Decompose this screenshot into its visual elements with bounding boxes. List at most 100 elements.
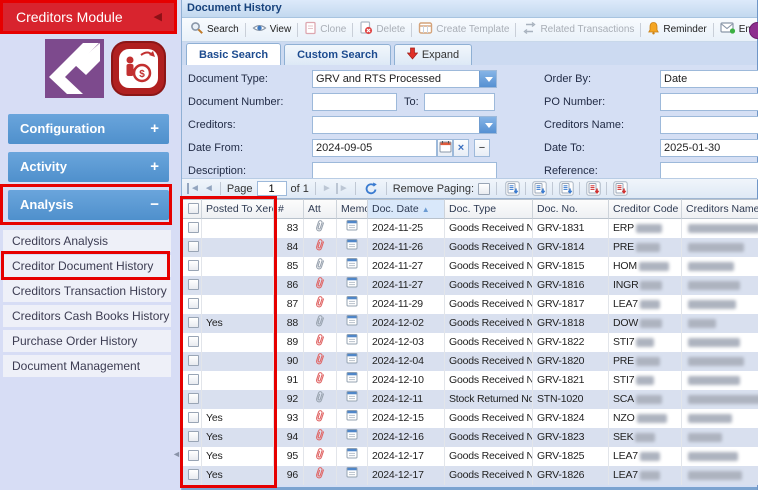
- section-toggle-icon[interactable]: −: [150, 190, 159, 220]
- refresh-icon[interactable]: [362, 180, 380, 197]
- sidebar-section-analysis[interactable]: Analysis−: [8, 190, 169, 220]
- header-cell-memo[interactable]: Memo: [337, 199, 368, 219]
- toolbar-button-label: Delete: [376, 24, 405, 35]
- view-button[interactable]: View: [248, 20, 296, 40]
- select-all-checkbox[interactable]: [188, 203, 199, 214]
- row-checkbox[interactable]: [188, 469, 199, 480]
- memo-cell: [337, 257, 368, 276]
- section-toggle-icon[interactable]: +: [150, 152, 159, 182]
- header-cell-att[interactable]: Att: [304, 199, 337, 219]
- creditors-name-cell: [682, 238, 758, 257]
- reminder-button[interactable]: Reminder: [643, 20, 710, 40]
- form-label-creditors-name: Creditors Name:: [544, 116, 656, 134]
- table-row[interactable]: Yes942024-12-16Goods Received N...GRV-18…: [182, 428, 758, 447]
- tab-strip: Basic SearchCustom SearchExpand: [182, 42, 757, 65]
- row-checkbox[interactable]: [188, 317, 199, 328]
- row-checkbox[interactable]: [188, 336, 199, 347]
- memo-icon: [346, 279, 358, 291]
- row-checkbox[interactable]: [188, 279, 199, 290]
- first-page-button[interactable]: ◄: [187, 183, 200, 194]
- row-checkbox[interactable]: [188, 431, 199, 442]
- table-row[interactable]: 832024-11-25Goods Received N...GRV-1831E…: [182, 219, 758, 238]
- memo-icon: [346, 241, 358, 253]
- sidebar-section-activity[interactable]: Activity+: [8, 152, 169, 182]
- header-label: #: [278, 203, 284, 215]
- table-row[interactable]: Yes882024-12-02Goods Received N...GRV-18…: [182, 314, 758, 333]
- table-row[interactable]: 892024-12-03Goods Received N...GRV-1822S…: [182, 333, 758, 352]
- order-by-input[interactable]: Date: [660, 70, 758, 88]
- export-csv-icon[interactable]: [530, 180, 548, 197]
- table-row[interactable]: 912024-12-10Goods Received N...GRV-1821S…: [182, 371, 758, 390]
- remove-paging-checkbox[interactable]: [478, 183, 490, 195]
- tab-basic-search[interactable]: Basic Search: [186, 43, 281, 65]
- row-checkbox[interactable]: [188, 241, 199, 252]
- row-checkbox[interactable]: [188, 355, 199, 366]
- header-cell-doc-type[interactable]: Doc. Type: [445, 199, 533, 219]
- email-self-icon: [720, 21, 736, 38]
- sidebar-item-creditors-transaction-history[interactable]: Creditors Transaction History: [3, 280, 171, 302]
- table-row[interactable]: 872024-11-29Goods Received N...GRV-1817L…: [182, 295, 758, 314]
- table-row[interactable]: 852024-11-27Goods Received N...GRV-1815H…: [182, 257, 758, 276]
- header-cell-posted-to-xero[interactable]: Posted To Xero: [202, 199, 274, 219]
- doc-date-cell: 2024-12-02: [368, 314, 445, 333]
- search-button[interactable]: Search: [186, 20, 243, 40]
- header-cell-doc-date[interactable]: Doc. Date▲: [368, 199, 445, 219]
- module-header[interactable]: Creditors Module ◀: [3, 3, 174, 31]
- memo-icon: [346, 298, 358, 310]
- row-checkbox[interactable]: [188, 374, 199, 385]
- sidebar-item-creditor-document-history[interactable]: Creditor Document History: [3, 255, 171, 277]
- table-row[interactable]: 842024-11-26Goods Received N...GRV-1814P…: [182, 238, 758, 257]
- tab-expand[interactable]: Expand: [394, 44, 472, 65]
- export-pdf-icon[interactable]: [584, 180, 602, 197]
- redacted-text: [640, 300, 660, 309]
- table-row[interactable]: Yes932024-12-15Goods Received N...GRV-18…: [182, 409, 758, 428]
- table-row[interactable]: 902024-12-04Goods Received N...GRV-1820P…: [182, 352, 758, 371]
- row-checkbox[interactable]: [188, 412, 199, 423]
- header-cell-creditors-name[interactable]: Creditors Name: [682, 199, 758, 219]
- export-print-icon[interactable]: [611, 180, 629, 197]
- redacted-text: [636, 338, 654, 347]
- sidebar-item-creditors-analysis[interactable]: Creditors Analysis: [3, 230, 171, 252]
- table-row[interactable]: 862024-11-27Goods Received N...GRV-1816I…: [182, 276, 758, 295]
- posted-to-xero-cell: [202, 238, 274, 257]
- posted-to-xero-cell: [202, 219, 274, 238]
- row-checkbox[interactable]: [188, 393, 199, 404]
- row-select-cell: [182, 447, 202, 466]
- row-number-cell: 85: [274, 257, 304, 276]
- row-checkbox[interactable]: [188, 450, 199, 461]
- header-cell-creditor-code[interactable]: Creditor Code: [609, 199, 682, 219]
- creditors-name-input[interactable]: [660, 116, 758, 134]
- table-row[interactable]: 922024-12-11Stock Returned NoteSTN-1020S…: [182, 390, 758, 409]
- export-xml-icon[interactable]: [557, 180, 575, 197]
- creditors-name-cell: [682, 314, 758, 333]
- posted-to-xero-cell: Yes: [202, 409, 274, 428]
- next-page-button[interactable]: ►: [322, 183, 332, 194]
- doc-no-cell: GRV-1817: [533, 295, 609, 314]
- table-row[interactable]: Yes962024-12-17Goods Received N...GRV-18…: [182, 466, 758, 485]
- row-checkbox[interactable]: [188, 260, 199, 271]
- export-excel-icon[interactable]: [503, 180, 521, 197]
- last-page-button[interactable]: ►: [336, 183, 349, 194]
- previous-page-button[interactable]: ◄: [204, 183, 214, 194]
- sidebar-item-creditors-cash-books-history[interactable]: Creditors Cash Books History: [3, 305, 171, 327]
- header-select-all[interactable]: [182, 199, 202, 219]
- page-number-input[interactable]: [257, 181, 287, 196]
- tab-custom-search[interactable]: Custom Search: [284, 44, 391, 65]
- doc-type-cell: Goods Received N...: [445, 352, 533, 371]
- date-to-input[interactable]: 2025-01-30: [660, 139, 758, 157]
- table-row[interactable]: Yes952024-12-17Goods Received N...GRV-18…: [182, 447, 758, 466]
- collapse-arrow-icon[interactable]: ◀: [154, 3, 162, 31]
- memo-cell: [337, 447, 368, 466]
- row-select-cell: [182, 219, 202, 238]
- sidebar-item-purchase-order-history[interactable]: Purchase Order History: [3, 330, 171, 352]
- po-number-input[interactable]: [660, 93, 758, 111]
- row-checkbox[interactable]: [188, 298, 199, 309]
- header-cell-doc-no[interactable]: Doc. No.: [533, 199, 609, 219]
- splitter-collapse-icon[interactable]: ◄: [172, 449, 181, 459]
- sidebar-item-document-management[interactable]: Document Management: [3, 355, 171, 377]
- header-cell-[interactable]: #: [274, 199, 304, 219]
- section-toggle-icon[interactable]: +: [150, 114, 159, 144]
- row-checkbox[interactable]: [188, 222, 199, 233]
- redacted-text: [688, 338, 740, 347]
- sidebar-section-configuration[interactable]: Configuration+: [8, 114, 169, 144]
